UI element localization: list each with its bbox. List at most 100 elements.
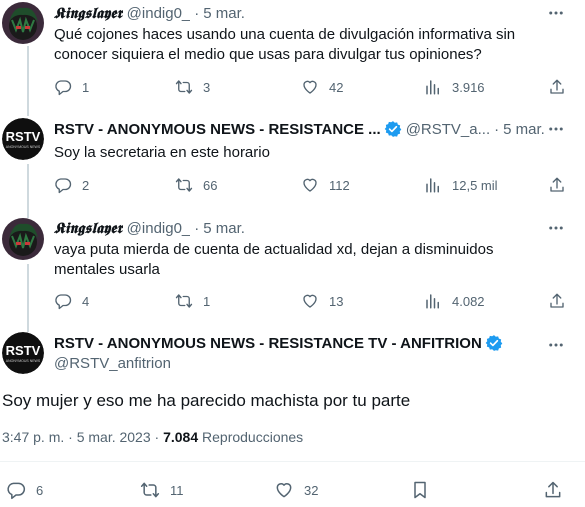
- tweet-1[interactable]: 𝕶𝖎𝖓𝖌𝖘𝖑𝖆𝖞𝖊𝖗 @indig0_ · 5 mar. Qué cojones…: [0, 0, 585, 108]
- bookmark-button[interactable]: [410, 480, 440, 500]
- tweet-meta: 3:47 p. m. · 5 mar. 2023 · 7.084 Reprodu…: [2, 429, 303, 445]
- views-count: 3.916: [452, 79, 485, 95]
- like-button[interactable]: 32: [274, 480, 318, 500]
- like-button[interactable]: 13: [301, 292, 343, 310]
- retweet-count: 66: [203, 177, 218, 193]
- reply-button[interactable]: 4: [54, 292, 89, 310]
- reply-icon: [7, 482, 26, 500]
- share-icon: [550, 293, 564, 308]
- like-count: 13: [329, 293, 344, 309]
- views-button[interactable]: 3.916: [424, 78, 485, 96]
- reply-button[interactable]: 2: [54, 176, 89, 194]
- views-count: 12,5 mil: [452, 177, 498, 193]
- display-name[interactable]: RSTV - ANONYMOUS NEWS - RESISTANCE ...: [54, 121, 381, 138]
- views-count: 4.082: [452, 293, 485, 309]
- share-icon: [550, 177, 564, 192]
- separator-dot: ·: [194, 219, 200, 237]
- heart-icon: [303, 294, 317, 308]
- tweet-actions: 2 66 112 12,5 mil: [54, 175, 570, 195]
- heart-icon: [276, 483, 292, 498]
- avatar-logo-subtext: ANONYMOUS NEWS: [6, 359, 41, 363]
- tweet-time[interactable]: 5 mar.: [203, 5, 245, 22]
- retweet-button[interactable]: 66: [175, 176, 217, 194]
- thread-line: [27, 264, 29, 326]
- views-icon: [426, 178, 439, 193]
- avatar-rstv[interactable]: RSTV ANONYMOUS NEWS: [2, 332, 44, 374]
- thread-line: [27, 326, 29, 332]
- tweet-2[interactable]: RSTV ANONYMOUS NEWS RSTV - ANONYMOUS NEW…: [0, 108, 585, 212]
- thread-line: [27, 212, 29, 218]
- like-count: 112: [329, 177, 350, 193]
- more-options-icon[interactable]: [547, 219, 565, 237]
- verified-badge-icon: [384, 121, 402, 137]
- heart-icon: [303, 80, 317, 94]
- share-icon: [550, 79, 564, 94]
- user-handle[interactable]: @RSTV_a...: [406, 121, 490, 138]
- heart-icon: [303, 178, 317, 192]
- retweet-icon: [175, 80, 193, 94]
- verified-badge-icon: [485, 335, 503, 351]
- tweet-text: Soy la secretaria en este horario: [54, 144, 270, 161]
- reply-button[interactable]: 1: [54, 78, 89, 96]
- retweet-button[interactable]: 11: [140, 480, 184, 500]
- reply-button[interactable]: 6: [6, 480, 43, 500]
- views-count: 7.084: [163, 429, 199, 445]
- like-button[interactable]: 42: [301, 78, 343, 96]
- thread-line: [27, 164, 29, 212]
- share-button[interactable]: [548, 78, 576, 96]
- display-name[interactable]: 𝕶𝖎𝖓𝖌𝖘𝖑𝖆𝖞𝖊𝖗: [54, 4, 123, 22]
- reply-icon: [55, 294, 72, 310]
- tweet-time[interactable]: 5 mar.: [503, 121, 545, 138]
- main-display-name-row: RSTV - ANONYMOUS NEWS - RESISTANCE TV - …: [54, 334, 503, 352]
- tweet-actions: 4 1 13 4.082: [54, 291, 570, 311]
- bookmark-icon: [414, 481, 426, 499]
- tweet-3[interactable]: 𝕶𝖎𝖓𝖌𝖘𝖑𝖆𝖞𝖊𝖗 @indig0_ · 5 mar. vaya puta m…: [0, 212, 585, 326]
- tweet-text: Qué cojones haces usando una cuenta de d…: [54, 26, 516, 63]
- retweet-button[interactable]: 3: [175, 78, 210, 96]
- views-button[interactable]: 4.082: [424, 292, 485, 310]
- thread-line: [27, 46, 29, 108]
- more-options-icon[interactable]: [547, 336, 565, 354]
- retweet-count: 1: [203, 293, 211, 309]
- views-icon: [426, 294, 439, 309]
- views-label: Reproducciones: [198, 429, 304, 445]
- tweet-timestamp[interactable]: 3:47 p. m. · 5 mar. 2023 ·: [2, 429, 163, 445]
- views-icon: [426, 80, 439, 95]
- retweet-count: 11: [170, 482, 184, 498]
- tweet-time[interactable]: 5 mar.: [203, 220, 245, 237]
- main-tweet-actions: 6 11 32: [0, 480, 585, 502]
- display-name[interactable]: RSTV - ANONYMOUS NEWS - RESISTANCE TV - …: [54, 335, 482, 352]
- share-button[interactable]: [548, 176, 576, 194]
- main-tweet: RSTV ANONYMOUS NEWS RSTV - ANONYMOUS NEW…: [0, 326, 585, 507]
- separator-dot: ·: [494, 120, 500, 138]
- display-name[interactable]: 𝕶𝖎𝖓𝖌𝖘𝖑𝖆𝖞𝖊𝖗: [54, 219, 123, 237]
- reply-count: 2: [82, 177, 90, 193]
- user-handle[interactable]: @RSTV_anfitrion: [54, 355, 171, 372]
- tweet-text: vaya puta mierda de cuenta de actualidad…: [54, 241, 494, 278]
- like-count: 32: [304, 482, 319, 498]
- share-button[interactable]: [548, 292, 576, 310]
- tweet-header: 𝕶𝖎𝖓𝖌𝖘𝖑𝖆𝖞𝖊𝖗 @indig0_ · 5 mar.: [54, 218, 577, 238]
- user-handle[interactable]: @indig0_: [127, 220, 191, 237]
- tweet-text: Soy mujer y eso me ha parecido machista …: [2, 391, 411, 410]
- retweet-button[interactable]: 1: [175, 292, 210, 310]
- retweet-icon: [175, 294, 193, 308]
- more-options-icon[interactable]: [547, 120, 565, 138]
- share-button[interactable]: [543, 480, 573, 500]
- reply-icon: [55, 80, 72, 96]
- share-icon: [545, 481, 561, 498]
- avatar-rstv[interactable]: RSTV ANONYMOUS NEWS: [2, 118, 44, 160]
- like-button[interactable]: 112: [301, 176, 350, 194]
- views-button[interactable]: 12,5 mil: [424, 176, 498, 194]
- retweet-count: 3: [203, 79, 211, 95]
- reply-count: 4: [82, 293, 90, 309]
- avatar-kingslayer[interactable]: [2, 218, 44, 260]
- avatar-kingslayer[interactable]: [2, 2, 44, 44]
- more-options-icon[interactable]: [547, 4, 565, 22]
- avatar-logo-text: RSTV: [6, 343, 41, 358]
- retweet-icon: [140, 482, 160, 498]
- tweet-header: 𝕶𝖎𝖓𝖌𝖘𝖑𝖆𝖞𝖊𝖗 @indig0_ · 5 mar.: [54, 3, 577, 23]
- divider: [0, 461, 585, 462]
- avatar-logo-subtext: ANONYMOUS NEWS: [6, 145, 41, 149]
- user-handle[interactable]: @indig0_: [127, 5, 191, 22]
